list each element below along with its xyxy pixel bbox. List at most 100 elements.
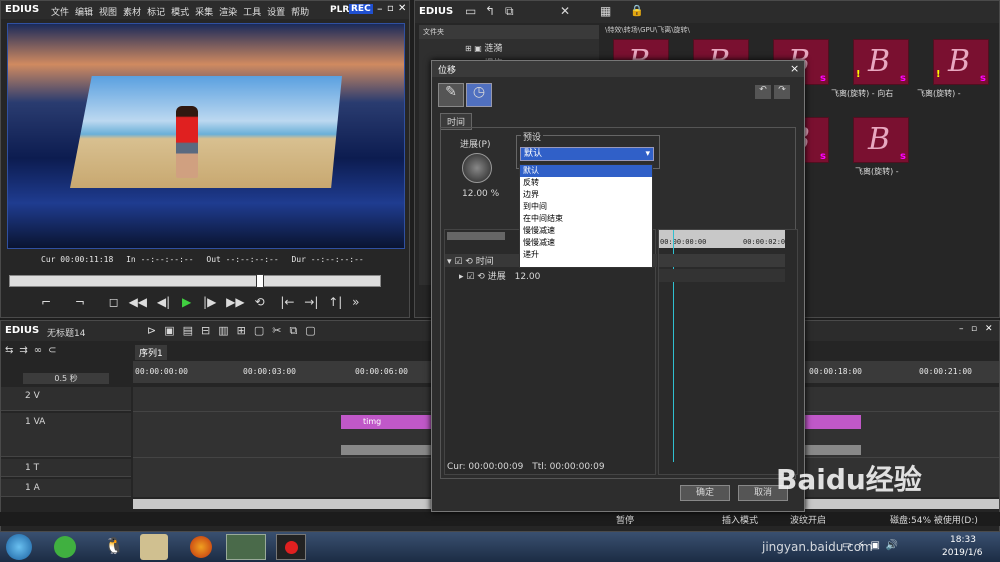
close-icon[interactable]: ✕ [398,3,406,14]
cut-icon[interactable]: ✕ [560,4,570,18]
track-2v[interactable]: 2 V [1,387,131,411]
player-menubar: EDIUS 文件 编辑 视图 素材 标记 模式 采集 渲染 工具 设置 帮助 PLR REC – ▫… [1,1,409,19]
menu-marker[interactable]: 标记 [147,8,165,18]
timeline-restore-icon[interactable]: ▫ [971,324,977,334]
view-icon[interactable]: ▦ [600,4,611,18]
player-scrubber[interactable] [9,274,381,288]
preset-option-2[interactable]: 反转 [520,177,652,189]
firefox-icon[interactable] [190,536,212,558]
add-clip-icon[interactable]: ⧉ [505,4,514,19]
cur-label: Cur [41,255,56,264]
preset-select[interactable]: 默认 ▾ [520,147,654,161]
timeline-close-icon[interactable]: ✕ [985,324,993,334]
menu-tools[interactable]: 工具 [243,8,261,18]
track-1a[interactable]: 1 A [1,479,131,497]
preset-option-5[interactable]: 在中间结束 [520,213,652,225]
scrubber-handle[interactable] [256,274,264,288]
player-menu: 文件 编辑 视图 素材 标记 模式 采集 渲染 工具 设置 帮助 [51,5,315,18]
tree-row-progress[interactable]: ▸ ☑ ⟲ 进展 12.00 [457,269,657,282]
ok-button[interactable]: 确定 [680,485,730,501]
bin-logo: EDIUS [419,6,454,17]
thumb-caption-5: 飞离(旋转) - [917,89,961,98]
timeline-minimize-icon[interactable]: – [959,324,964,334]
preset-option-8[interactable]: 递升 [520,249,652,261]
cur-value: 00:00:11:18 [60,255,114,264]
explorer-icon[interactable] [140,534,168,560]
in-label: In [126,255,136,264]
menu-help[interactable]: 帮助 [291,8,309,18]
time-scale[interactable]: 0.5 秒 [23,373,109,384]
sequence-tab[interactable]: 序列1 [135,345,167,360]
step-back-icon[interactable]: ◀| [157,295,170,309]
dialog-title: 位移 [438,66,457,76]
record-icon[interactable] [276,534,306,560]
insert-icon[interactable]: |← [280,295,294,309]
ruler-tick-4: 00:00:18:00 [809,367,862,376]
fast-forward-icon[interactable]: ▶▶ [226,295,244,309]
effect-thumb-7[interactable]: Bs [853,117,909,163]
dialog-titlebar[interactable]: 位移 × [432,61,804,77]
edius-taskbar-icon[interactable] [226,534,266,560]
loop-icon[interactable]: ⟲ [254,295,264,309]
out-label: Out [206,255,221,264]
rewind-icon[interactable]: ◀◀ [129,295,147,309]
up-icon[interactable]: ↰ [485,4,495,18]
rec-button[interactable]: REC [349,4,373,14]
tree-item-ripple[interactable]: ⊞ ▣ 涟漪 [419,39,599,54]
keyframe-timeline: 00:00:00:00 00:00:02:0 [658,229,798,475]
menu-file[interactable]: 文件 [51,8,69,18]
menu-render[interactable]: 渲染 [219,8,237,18]
track-1va[interactable]: 1 VA [1,413,131,457]
qq-icon[interactable]: 🐧 [104,536,124,555]
preset-option-3[interactable]: 边界 [520,189,652,201]
preset-option-6[interactable]: 慢慢减速 [520,225,652,237]
minimize-icon[interactable]: – [377,2,383,15]
lock-icon[interactable]: 🔒 [630,4,644,17]
project-name: 无标题14 [47,329,86,339]
overwrite-icon[interactable]: →| [304,295,318,309]
menu-settings[interactable]: 设置 [267,8,285,18]
menu-capture[interactable]: 采集 [195,8,213,18]
layout-dialog: 位移 × ✎ ◷ ↶ ↷ 时间 进展(P) 12.00 % 预设 默认 ▾ ▾ ☑… [431,60,805,512]
tree-scroll[interactable] [447,232,505,240]
ruler-tick-2: 00:00:03:00 [243,367,296,376]
folder-icon[interactable]: ▭ [465,4,476,18]
preset-option-1[interactable]: 默认 [520,165,652,177]
preview-monitor [7,23,405,249]
baidu-watermark: Baidu经验 [776,463,922,496]
play-icon[interactable]: ▶ [182,295,191,309]
undo-icon[interactable]: ↶ [755,85,771,99]
dialog-tool-brush[interactable]: ✎ [438,83,464,107]
dialog-close-icon[interactable]: × [790,62,799,75]
more-icon[interactable]: » [352,295,359,309]
360-icon[interactable] [54,536,76,558]
plr-button[interactable]: PLR [330,5,349,15]
step-forward-icon[interactable]: |▶ [203,295,216,309]
progress-knob[interactable] [462,153,492,183]
menu-clip[interactable]: 素材 [123,8,141,18]
menu-view[interactable]: 视图 [99,8,117,18]
start-button[interactable] [6,534,32,560]
status-disk: 磁盘:54% 被使用(D:) [890,516,978,526]
preset-option-7[interactable]: 慢慢减速 [520,237,652,249]
restore-icon[interactable]: ▫ [387,3,394,14]
mark-in-icon[interactable]: ⌐ [41,295,51,309]
effect-thumb-5[interactable]: Bs! [933,39,989,85]
dialog-tool-clock[interactable]: ◷ [466,83,492,107]
trim-icon[interactable]: ↑| [328,295,342,309]
stop-icon[interactable]: ◻ [109,295,119,309]
redo-icon[interactable]: ↷ [774,85,790,99]
status-bar: 暂停 插入模式 波纹开启 磁盘:54% 被使用(D:) [0,512,1000,526]
status-wave: 波纹开启 [790,516,827,526]
menu-mode[interactable]: 模式 [171,8,189,18]
effect-thumb-4[interactable]: Bs! [853,39,909,85]
preset-option-4[interactable]: 到中间 [520,201,652,213]
edius-logo: EDIUS [5,4,40,15]
track-1t[interactable]: 1 T [1,459,131,477]
clock-time: 18:33 [950,535,976,545]
dur-value: --:--:--:-- [310,255,364,264]
mark-out-icon[interactable]: ¬ [75,295,85,309]
keyframe-ruler[interactable]: 00:00:00:00 00:00:02:0 [659,230,785,248]
person-figure [176,106,198,178]
menu-edit[interactable]: 编辑 [75,8,93,18]
